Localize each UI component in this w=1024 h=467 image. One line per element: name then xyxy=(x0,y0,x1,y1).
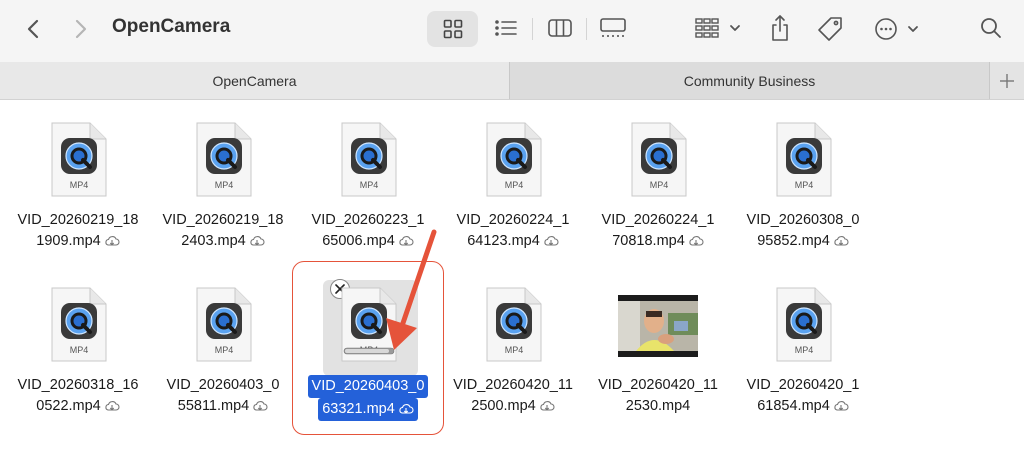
annotation-arrow xyxy=(386,229,437,350)
